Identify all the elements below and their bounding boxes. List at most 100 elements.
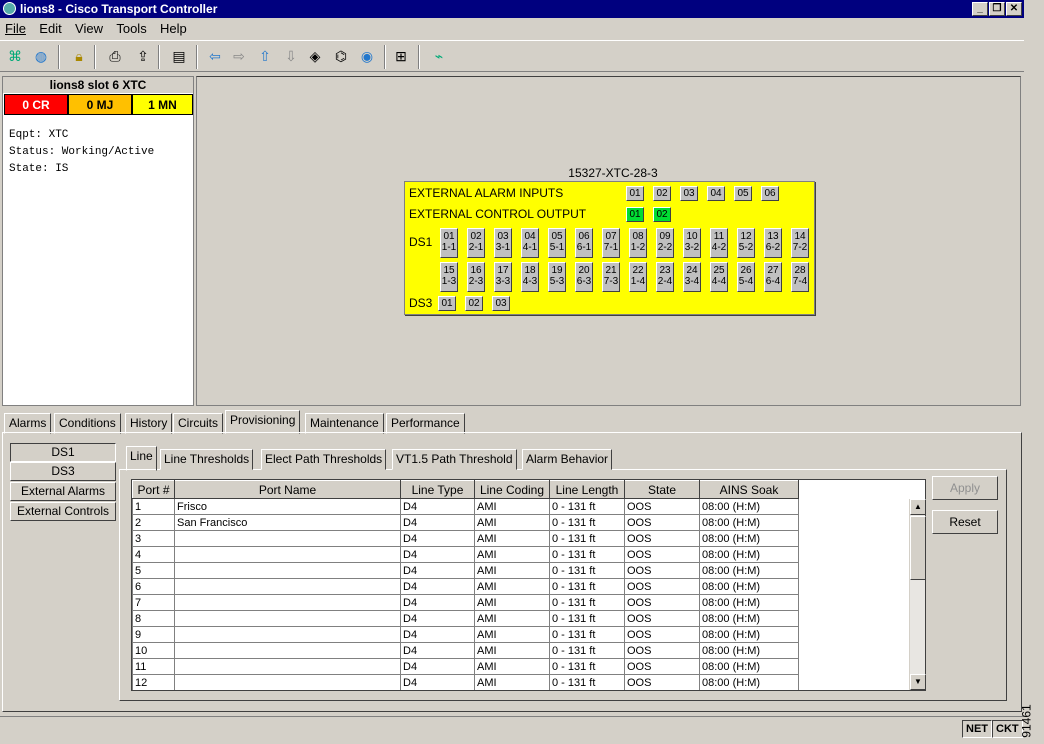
table-cell[interactable]: D4 bbox=[400, 674, 475, 690]
ds1-port[interactable]: 24 3-4 bbox=[683, 262, 701, 292]
table-row[interactable]: 2 San Francisco D4 AMI 0 - 131 ft OOS 08:00 (H… bbox=[132, 514, 799, 531]
table-cell[interactable]: 2 bbox=[132, 514, 175, 531]
restore-button[interactable]: ❐ bbox=[989, 2, 1005, 16]
ds3-port[interactable]: 01 bbox=[438, 296, 456, 311]
ds1-port[interactable]: 10 3-2 bbox=[683, 228, 701, 258]
subtab-alarm-behavior[interactable]: Alarm Behavior bbox=[522, 449, 613, 470]
up-arrow-icon[interactable]: ⇧ bbox=[254, 45, 276, 67]
ds1-port[interactable]: 14 7-2 bbox=[791, 228, 809, 258]
back-arrow-icon[interactable]: ⇦ bbox=[204, 45, 226, 67]
table-cell[interactable]: 08:00 (H:M) bbox=[699, 626, 799, 643]
table-row[interactable]: 10 D4 AMI 0 - 131 ft OOS 08:00 (H:M) bbox=[132, 642, 799, 659]
table-cell[interactable]: 5 bbox=[132, 562, 175, 579]
table-cell[interactable]: 7 bbox=[132, 594, 175, 611]
table-cell[interactable]: 0 - 131 ft bbox=[549, 562, 625, 579]
export-icon[interactable]: ⇪ bbox=[132, 45, 154, 67]
tab-performance[interactable]: Performance bbox=[386, 413, 465, 434]
table-cell[interactable]: D4 bbox=[400, 546, 475, 563]
table-cell[interactable]: 0 - 131 ft bbox=[549, 530, 625, 547]
column-header[interactable]: Line Coding bbox=[474, 480, 550, 499]
table-cell[interactable]: 08:00 (H:M) bbox=[699, 610, 799, 627]
table-row[interactable]: 1 Frisco D4 AMI 0 - 131 ft OOS 08:00 (H:M) bbox=[132, 498, 799, 515]
table-row[interactable]: 4 D4 AMI 0 - 131 ft OOS 08:00 (H:M) bbox=[132, 546, 799, 563]
table-cell[interactable]: AMI bbox=[474, 562, 550, 579]
table-cell[interactable]: OOS bbox=[624, 610, 700, 627]
table-cell[interactable]: 08:00 (H:M) bbox=[699, 546, 799, 563]
table-cell[interactable]: 0 - 131 ft bbox=[549, 674, 625, 690]
table-cell[interactable]: 9 bbox=[132, 626, 175, 643]
subtab-elect-path-thresholds[interactable]: Elect Path Thresholds bbox=[261, 449, 387, 470]
table-cell[interactable]: 08:00 (H:M) bbox=[699, 514, 799, 531]
ds1-port[interactable]: 25 4-4 bbox=[710, 262, 728, 292]
menu-tools[interactable]: Tools bbox=[111, 19, 151, 36]
scroll-up-icon[interactable]: ▲ bbox=[910, 499, 926, 515]
table-cell[interactable]: 08:00 (H:M) bbox=[699, 578, 799, 595]
table-cell[interactable]: AMI bbox=[474, 594, 550, 611]
table-row[interactable]: 11 D4 AMI 0 - 131 ft OOS 08:00 (H:M) bbox=[132, 658, 799, 675]
ext-control-port[interactable]: 01 bbox=[626, 207, 644, 222]
reset-button[interactable]: Reset bbox=[932, 510, 998, 534]
table-cell[interactable]: 0 - 131 ft bbox=[549, 514, 625, 531]
ext-alarm-port[interactable]: 05 bbox=[734, 186, 752, 201]
table-cell[interactable]: 8 bbox=[132, 610, 175, 627]
table-cell[interactable]: D4 bbox=[400, 562, 475, 579]
globe-icon[interactable]: ◍ bbox=[30, 45, 52, 67]
table-cell[interactable]: AMI bbox=[474, 626, 550, 643]
table-cell[interactable]: 11 bbox=[132, 658, 175, 675]
table-cell[interactable] bbox=[174, 578, 401, 595]
ds1-port[interactable]: 20 6-3 bbox=[575, 262, 593, 292]
table-cell[interactable]: 0 - 131 ft bbox=[549, 578, 625, 595]
node-view-icon[interactable]: ◈ bbox=[304, 45, 326, 67]
column-header[interactable]: Line Length bbox=[549, 480, 625, 499]
table-row[interactable]: 12 D4 AMI 0 - 131 ft OOS 08:00 (H:M) bbox=[132, 674, 799, 690]
ds1-port[interactable]: 23 2-4 bbox=[656, 262, 674, 292]
table-cell[interactable]: AMI bbox=[474, 578, 550, 595]
table-cell[interactable]: Frisco bbox=[174, 498, 401, 515]
table-row[interactable]: 9 D4 AMI 0 - 131 ft OOS 08:00 (H:M) bbox=[132, 626, 799, 643]
table-cell[interactable]: 08:00 (H:M) bbox=[699, 498, 799, 515]
down-arrow-icon[interactable]: ⇩ bbox=[280, 45, 302, 67]
ds1-port[interactable]: 09 2-2 bbox=[656, 228, 674, 258]
apply-button[interactable]: Apply bbox=[932, 476, 998, 500]
ext-alarm-port[interactable]: 01 bbox=[626, 186, 644, 201]
ds1-port[interactable]: 07 7-1 bbox=[602, 228, 620, 258]
table-cell[interactable]: 0 - 131 ft bbox=[549, 642, 625, 659]
table-cell[interactable]: D4 bbox=[400, 514, 475, 531]
table-cell[interactable] bbox=[174, 626, 401, 643]
tab-history[interactable]: History bbox=[125, 413, 173, 434]
subtab-line[interactable]: Line bbox=[126, 446, 157, 471]
ds1-port[interactable]: 05 5-1 bbox=[548, 228, 566, 258]
ds1-port[interactable]: 27 6-4 bbox=[764, 262, 782, 292]
table-cell[interactable] bbox=[174, 658, 401, 675]
menu-edit[interactable]: Edit bbox=[34, 19, 66, 36]
side-button-ds3[interactable]: DS3 bbox=[10, 462, 116, 481]
column-header[interactable]: State bbox=[624, 480, 700, 499]
subtab-line-thresholds[interactable]: Line Thresholds bbox=[160, 449, 254, 470]
table-cell[interactable]: D4 bbox=[400, 642, 475, 659]
tab-maintenance[interactable]: Maintenance bbox=[305, 413, 384, 434]
column-header[interactable]: AINS Soak bbox=[699, 480, 799, 499]
ds1-port[interactable]: 19 5-3 bbox=[548, 262, 566, 292]
ds1-port[interactable]: 12 5-2 bbox=[737, 228, 755, 258]
table-cell[interactable]: 08:00 (H:M) bbox=[699, 674, 799, 690]
ds1-port[interactable]: 16 2-3 bbox=[467, 262, 485, 292]
ds1-port[interactable]: 15 1-3 bbox=[440, 262, 458, 292]
table-cell[interactable]: OOS bbox=[624, 594, 700, 611]
ds1-port[interactable]: 21 7-3 bbox=[602, 262, 620, 292]
table-cell[interactable]: D4 bbox=[400, 658, 475, 675]
table-cell[interactable]: AMI bbox=[474, 546, 550, 563]
ds1-port[interactable]: 13 6-2 bbox=[764, 228, 782, 258]
table-cell[interactable]: OOS bbox=[624, 498, 700, 515]
table-cell[interactable]: OOS bbox=[624, 562, 700, 579]
table-cell[interactable]: 12 bbox=[132, 674, 175, 690]
menu-view[interactable]: View bbox=[70, 19, 108, 36]
table-cell[interactable]: OOS bbox=[624, 626, 700, 643]
card-view-icon[interactable]: ◉ bbox=[356, 45, 378, 67]
tab-conditions[interactable]: Conditions bbox=[54, 413, 121, 434]
network-icon[interactable]: ⌘ bbox=[4, 45, 26, 67]
table-cell[interactable]: OOS bbox=[624, 546, 700, 563]
table-cell[interactable]: 08:00 (H:M) bbox=[699, 658, 799, 675]
table-cell[interactable]: D4 bbox=[400, 530, 475, 547]
table-cell[interactable] bbox=[174, 546, 401, 563]
ds1-port[interactable]: 22 1-4 bbox=[629, 262, 647, 292]
